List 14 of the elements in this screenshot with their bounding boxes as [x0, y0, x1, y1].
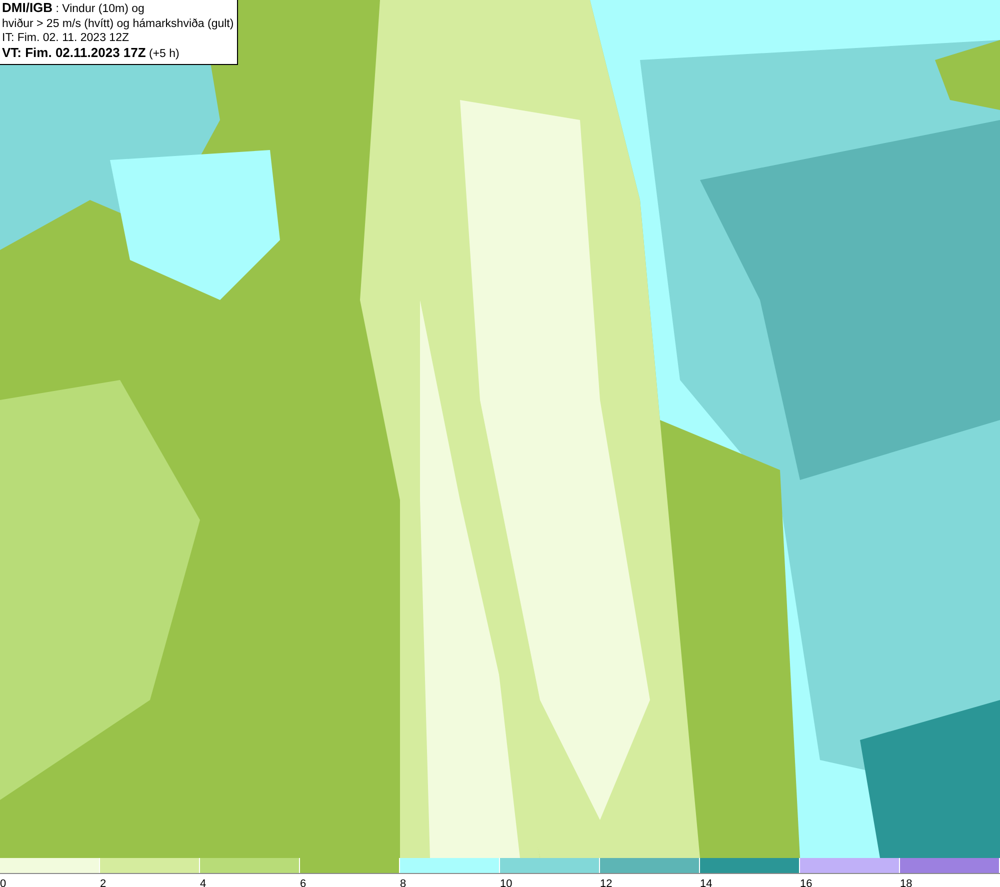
info-text: hviður > 25 m/s (hvítt) og hámarkshviða (gult) [2, 16, 234, 31]
legend-tick-label: 18 [900, 878, 912, 887]
legend-tick-label: 10 [500, 878, 512, 887]
legend-tick-label: 0 [0, 878, 6, 887]
legend-tick-label: 6 [300, 878, 306, 887]
info-text: VT: Fim. 02.11.2023 17Z (+5 h) [2, 46, 180, 61]
legend-tick-label: 2 [100, 878, 106, 887]
legend-tick-label: 12 [600, 878, 612, 887]
legend-tick-label: 8 [400, 878, 406, 887]
legend-tick-label: 16 [800, 878, 812, 887]
info-text: IT: Fim. 02. 11. 2023 12Z [2, 31, 130, 46]
legend-tick-label: 14 [700, 878, 712, 887]
info-text: DMI/IGB : Vindur (10m) og [2, 1, 146, 16]
legend-tick-label: 4 [200, 878, 206, 887]
